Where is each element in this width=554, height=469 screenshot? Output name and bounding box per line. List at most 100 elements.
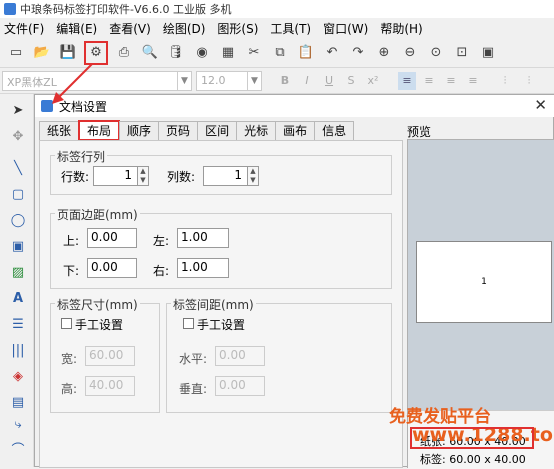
layout-panel: 标签行列 行数: 1 ▲ ▼ 列数: 1 ▲ ▼ 页面边距(mm) 上: 0.00 … <box>39 140 403 468</box>
image-tool-icon[interactable]: ▣ <box>8 236 28 256</box>
full-screen-icon[interactable]: ▣ <box>478 43 498 63</box>
barcode-tool-icon[interactable]: ||| <box>8 340 28 360</box>
vertical-align-top-icon[interactable]: ⫶ <box>496 72 514 90</box>
data-source-icon[interactable]: ◉ <box>192 43 212 63</box>
text-tool-icon[interactable]: A <box>8 288 28 308</box>
chevron-down-icon: ▼ <box>247 72 261 90</box>
preview-label-size: 标签: 60.00 x 40.00 <box>420 453 526 466</box>
font-size-select[interactable]: 12.0 ▼ <box>196 71 262 91</box>
margins-group: 页面边距(mm) 上: 0.00 左: 1.00 下: 0.00 右: 1.00 <box>50 206 392 289</box>
gap-horizontal-input[interactable]: 0.00 <box>215 346 265 366</box>
menu-help[interactable]: 帮助(H) <box>380 20 422 37</box>
margin-left-input[interactable]: 1.00 <box>177 228 229 248</box>
line-tool-icon[interactable]: ╲ <box>8 158 28 178</box>
preview-label: 预览 <box>407 125 432 139</box>
strikethrough-icon[interactable]: S <box>342 72 360 90</box>
close-icon[interactable]: ✕ <box>534 96 547 114</box>
menu-bar: 文件(F) 编辑(E) 查看(V) 绘图(D) 图形(S) 工具(T) 窗口(W… <box>0 18 554 38</box>
align-left-icon[interactable]: ≡ <box>398 72 416 90</box>
rows-value: 1 <box>124 168 132 182</box>
app-title: 中琅条码标签打印软件-V6.6.0 工业版 多机 <box>20 3 232 16</box>
gap-horizontal-label: 水平: <box>179 352 208 366</box>
tab-layout[interactable]: 布局 <box>78 120 121 141</box>
zoom-fit-icon[interactable]: ⊙ <box>426 43 446 63</box>
rich-text-tool-icon[interactable]: ☰ <box>8 314 28 334</box>
underline-icon[interactable]: U <box>320 72 338 90</box>
pan-icon[interactable]: ✥ <box>8 126 28 146</box>
app-logo-icon <box>4 3 16 15</box>
margin-top-input[interactable]: 0.00 <box>87 228 137 248</box>
label-size-group: 标签尺寸(mm) 手工设置 宽: 60.00 高: 40.00 <box>50 296 160 413</box>
copy-icon[interactable]: ⧉ <box>270 43 290 63</box>
fit-page-icon[interactable]: ⊡ <box>452 43 472 63</box>
margin-bottom-input[interactable]: 0.00 <box>87 258 137 278</box>
qrcode-tool-icon[interactable]: ◈ <box>8 366 28 386</box>
label-width-label: 宽: <box>61 352 78 366</box>
redo-icon[interactable]: ↷ <box>348 43 368 63</box>
margin-right-label: 右: <box>153 264 170 278</box>
menu-edit[interactable]: 编辑(E) <box>56 20 97 37</box>
undo-icon[interactable]: ↶ <box>322 43 342 63</box>
superscript-icon[interactable]: x² <box>364 72 382 90</box>
zoom-in-icon[interactable]: ⊕ <box>374 43 394 63</box>
align-right-icon[interactable]: ≡ <box>442 72 460 90</box>
ellipse-tool-icon[interactable]: ◯ <box>8 210 28 230</box>
menu-file[interactable]: 文件(F) <box>4 20 44 37</box>
label-height-label: 高: <box>61 382 78 396</box>
tab-cursor[interactable]: 光标 <box>236 121 277 140</box>
label-size-group-label: 标签尺寸(mm) <box>55 296 140 313</box>
rectangle-tool-icon[interactable]: ▢ <box>8 184 28 204</box>
spinner-icon[interactable]: ▲ ▼ <box>137 166 149 186</box>
font-size-value: 12.0 <box>201 74 226 87</box>
cut-icon[interactable]: ✂ <box>244 43 264 63</box>
label-size-manual-label: 手工设置 <box>75 318 124 332</box>
pointer-icon[interactable]: ➤ <box>8 100 28 120</box>
zoom-out-icon[interactable]: ⊖ <box>400 43 420 63</box>
database-icon[interactable]: 🛢 <box>166 43 186 63</box>
tab-paper[interactable]: 纸张 <box>39 121 80 140</box>
menu-view[interactable]: 查看(V) <box>109 20 151 37</box>
margin-right-input[interactable]: 1.00 <box>177 258 229 278</box>
label-width-input[interactable]: 60.00 <box>85 346 135 366</box>
tab-range[interactable]: 区间 <box>197 121 238 140</box>
print-icon[interactable]: ⎙ <box>114 43 134 63</box>
bold-icon[interactable]: B <box>276 72 294 90</box>
menu-shape[interactable]: 图形(S) <box>217 20 258 37</box>
arc-tool-icon[interactable]: ⌒ <box>8 438 28 458</box>
print-preview-icon[interactable]: 🔍 <box>140 43 160 63</box>
paste-icon[interactable]: 📋 <box>296 43 316 63</box>
rowcol-group: 标签行列 行数: 1 ▲ ▼ 列数: 1 ▲ ▼ <box>50 148 392 195</box>
label-height-input[interactable]: 40.00 <box>85 376 135 396</box>
rows-label: 行数: <box>61 170 90 184</box>
spinner-icon[interactable]: ▲ ▼ <box>247 166 259 186</box>
curve-tool-icon[interactable]: ⤷ <box>8 414 28 434</box>
margin-bottom-label: 下: <box>63 264 80 278</box>
label-gap-manual-label: 手工设置 <box>197 318 246 332</box>
align-center-icon[interactable]: ≡ <box>420 72 438 90</box>
rows-input[interactable]: 1 ▲ ▼ <box>93 166 149 186</box>
tab-info[interactable]: 信息 <box>314 121 355 140</box>
label-gap-manual-checkbox[interactable] <box>183 318 194 329</box>
gap-vertical-input[interactable]: 0.00 <box>215 376 265 396</box>
cols-input[interactable]: 1 ▲ ▼ <box>203 166 259 186</box>
label-gap-group: 标签间距(mm) 手工设置 水平: 0.00 垂直: 0.00 <box>166 296 392 413</box>
label-gap-group-label: 标签间距(mm) <box>171 296 256 313</box>
italic-icon[interactable]: I <box>298 72 316 90</box>
dialog-tabs: 纸张 布局 顺序 页码 区间 光标 画布 信息 <box>39 120 355 141</box>
picture-tool-icon[interactable]: ▨ <box>8 262 28 282</box>
gap-vertical-label: 垂直: <box>179 382 208 396</box>
margin-left-label: 左: <box>153 234 170 248</box>
tab-page-number[interactable]: 页码 <box>158 121 199 140</box>
tab-order[interactable]: 顺序 <box>119 121 160 140</box>
menu-draw[interactable]: 绘图(D) <box>163 20 206 37</box>
grid-icon[interactable]: ▦ <box>218 43 238 63</box>
tab-canvas[interactable]: 画布 <box>275 121 316 140</box>
margin-top-label: 上: <box>63 234 80 248</box>
label-size-manual-checkbox[interactable] <box>61 318 72 329</box>
menu-window[interactable]: 窗口(W) <box>323 20 368 37</box>
align-justify-icon[interactable]: ≡ <box>464 72 482 90</box>
vertical-align-middle-icon[interactable]: ⫶ <box>520 72 538 90</box>
table-tool-icon[interactable]: ▤ <box>8 392 28 412</box>
new-document-icon[interactable]: ▭ <box>6 43 26 63</box>
menu-tools[interactable]: 工具(T) <box>270 20 311 37</box>
